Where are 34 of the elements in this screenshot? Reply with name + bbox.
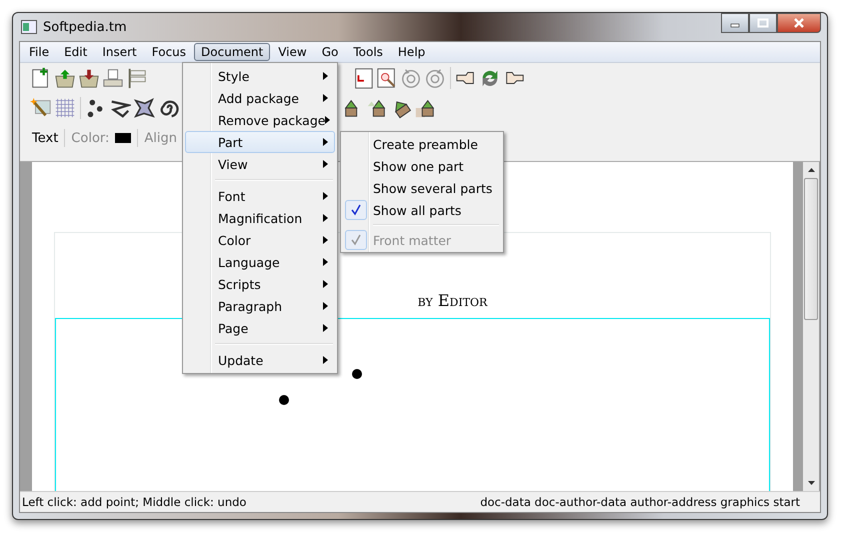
menu-entry: Front matter	[343, 230, 501, 250]
menu-entry[interactable]: Page	[185, 317, 335, 339]
color-label: Color:	[71, 130, 110, 146]
menu-entry[interactable]: Language	[185, 251, 335, 273]
menu-item[interactable]: Help	[390, 43, 432, 61]
menu-entry[interactable]: Color	[185, 229, 335, 251]
menu-item[interactable]: Edit	[57, 43, 94, 61]
menu-entry[interactable]: Font	[185, 185, 335, 207]
menu-entry[interactable]: Show several parts	[343, 178, 501, 198]
menu-item[interactable]: Tools	[346, 43, 390, 61]
menu-entry[interactable]: Show all parts	[343, 200, 501, 220]
menu-entry[interactable]: Update	[185, 349, 335, 371]
status-message: Left click: add point; Middle click: undo	[22, 495, 246, 509]
window-title: Softpedia.tm	[43, 20, 127, 34]
menu-entry[interactable]: Magnification	[185, 207, 335, 229]
status-context: doc-data doc-author-data author-address graphics start	[480, 495, 800, 509]
text-mode-label[interactable]: Text	[32, 130, 58, 146]
menu-entry[interactable]: Remove package	[185, 109, 335, 131]
menu-entry[interactable]: Part	[185, 131, 335, 153]
author-byline: by Editor	[418, 291, 488, 310]
menu-entry[interactable]: Show one part	[343, 156, 501, 176]
menu-entry[interactable]: Paragraph	[185, 295, 335, 317]
menu-item[interactable]: File	[22, 43, 56, 61]
menu-entry[interactable]: Style	[185, 65, 335, 87]
menu-entry[interactable]: Add package	[185, 87, 335, 109]
menu-entry[interactable]: Create preamble	[343, 134, 501, 154]
alignment-label: Align	[144, 130, 177, 146]
menu-item[interactable]: Insert	[95, 43, 144, 61]
menu-entry[interactable]: View	[185, 153, 335, 175]
menu-item[interactable]: Focus	[144, 43, 194, 61]
menu-entry[interactable]: Scripts	[185, 273, 335, 295]
menu-item[interactable]: Document	[194, 43, 270, 61]
menu-item[interactable]: View	[271, 43, 314, 61]
menu-item[interactable]: Go	[314, 43, 346, 61]
